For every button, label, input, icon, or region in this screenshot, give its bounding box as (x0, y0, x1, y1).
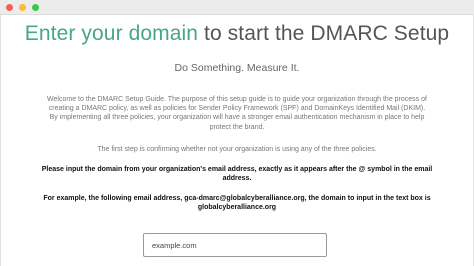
page-title-accent: Enter your domain (24, 22, 199, 45)
maximize-window-button[interactable] (32, 4, 39, 11)
intro-paragraph: Welcome to the DMARC Setup Guide. The pu… (47, 96, 427, 131)
page-frame (0, 15, 474, 266)
domain-input[interactable] (143, 233, 327, 257)
close-window-button[interactable] (6, 4, 13, 11)
page-title: Enter your domain to start the DMARC Set… (0, 22, 474, 46)
first-step-paragraph: The first step is confirming whether not… (97, 146, 377, 153)
minimize-window-button[interactable] (19, 4, 26, 11)
window-titlebar (0, 0, 474, 15)
example-paragraph: For example, the following email address… (43, 195, 431, 212)
page-subtitle: Do Something. Measure It. (174, 62, 300, 74)
page-title-rest: to start the DMARC Setup (198, 22, 450, 45)
instruction-paragraph: Please input the domain from your organi… (41, 166, 433, 183)
